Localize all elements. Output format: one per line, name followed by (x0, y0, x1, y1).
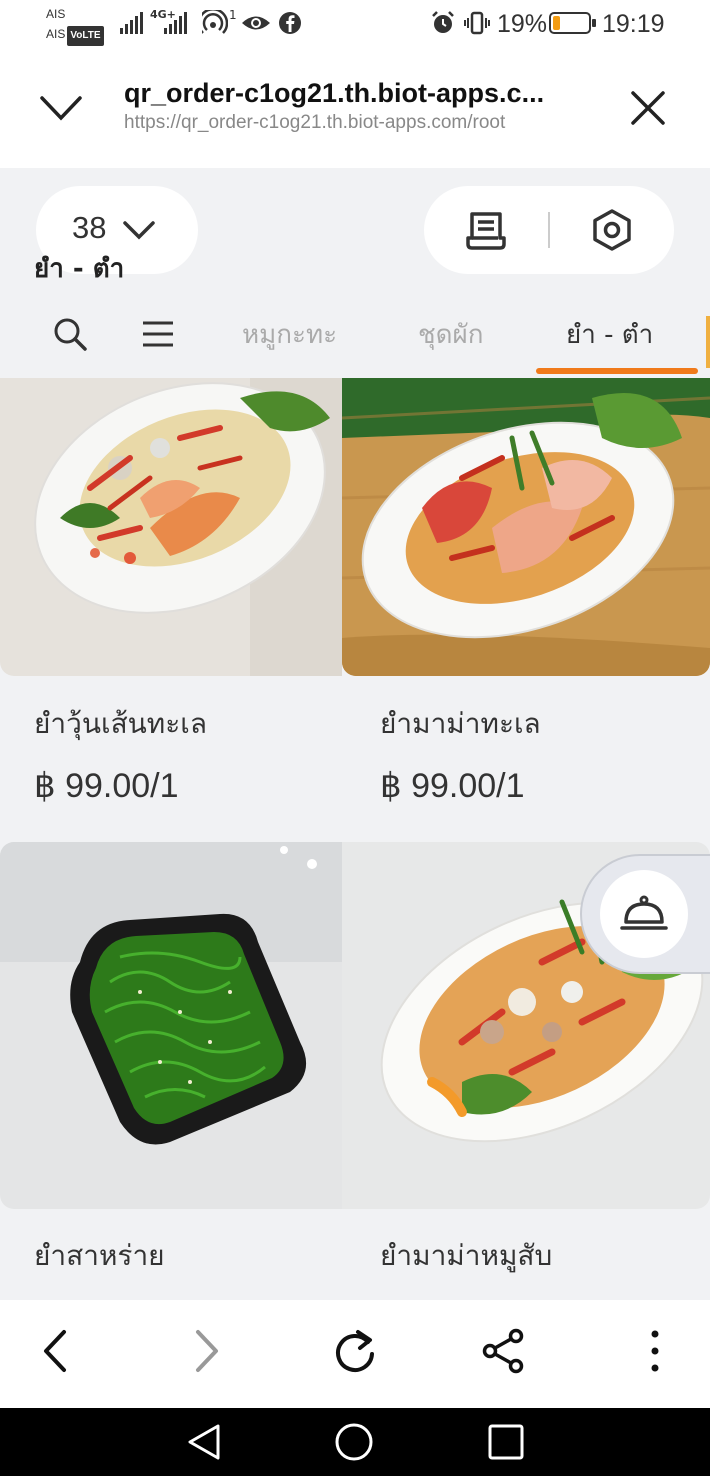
battery-icon (549, 12, 596, 34)
product-name-seaweed-salad[interactable]: ยำสาหร่าย (34, 1234, 165, 1278)
more-icon[interactable] (632, 1328, 678, 1374)
table-number: 38 (72, 210, 107, 245)
status-bar: AIS AIS VoLTE 4G+ 1 19% 19:19 (0, 0, 710, 50)
tab-yum-tum[interactable]: ยำ - ตำ (566, 314, 653, 355)
forward-icon[interactable] (182, 1328, 228, 1374)
vibrate-icon (464, 11, 490, 35)
browser-url-bar (0, 50, 710, 168)
battery-percent: 19% (497, 10, 548, 38)
nav-home-icon[interactable] (334, 1422, 374, 1462)
call-waiter-bell-icon (620, 895, 668, 930)
tab-moo-kata[interactable]: หมูกะทะ (242, 314, 337, 355)
volte-badge: VoLTE (67, 26, 104, 46)
product-name-mama-seafood-salad[interactable]: ยำมาม่าทะเล (380, 702, 541, 746)
share-icon[interactable] (480, 1328, 526, 1374)
close-icon[interactable] (628, 88, 668, 128)
hotspot-count: 1 (229, 8, 237, 22)
divider (548, 212, 550, 248)
alarm-icon (432, 11, 454, 33)
call-waiter-button[interactable] (600, 870, 688, 958)
facebook-icon (279, 12, 301, 34)
carrier-2: AIS (46, 27, 66, 41)
network-signal-icon: 4G+ (150, 8, 187, 34)
call-waiter-panel (580, 854, 710, 974)
page-url[interactable]: https://qr_order-c1og21.th.biot-apps.com… (124, 112, 505, 134)
product-price-mama-seafood-salad: ฿ 99.00/1 (380, 767, 525, 805)
current-section-title: ยำ - ตำ (34, 254, 125, 284)
tab-vegetable-set[interactable]: ชุดผัก (418, 314, 484, 355)
product-image-glass-noodle-salad[interactable] (0, 378, 342, 676)
category-tabs: หมูกะทะ ชุดผัก ยำ - ตำ (0, 296, 710, 378)
menu-icon[interactable] (140, 316, 176, 352)
chevron-down-icon (123, 221, 155, 240)
browser-toolbar (0, 1300, 710, 1408)
network-type: 4G+ (150, 8, 176, 21)
settings-icon[interactable] (590, 208, 634, 252)
active-tab-indicator (536, 368, 698, 374)
product-image-seaweed-salad[interactable] (0, 842, 342, 1209)
product-name-mama-minced-pork-salad[interactable]: ยำมาม่าหมูสับ (380, 1234, 552, 1278)
back-icon[interactable] (34, 1328, 80, 1374)
battery-level (553, 16, 561, 30)
search-icon[interactable] (52, 316, 88, 352)
receipt-icon[interactable] (464, 208, 508, 252)
product-image-mama-seafood-salad[interactable] (342, 378, 710, 676)
nav-back-icon[interactable] (184, 1422, 224, 1462)
app-content: 38 ยำ - ตำ หมูกะทะ ชุดผัก ยำ - ตำ ยำวุ้น… (0, 168, 710, 1300)
nav-recents-icon[interactable] (486, 1422, 526, 1462)
chevron-down-icon[interactable] (38, 88, 84, 128)
header-actions (424, 186, 674, 274)
product-name-glass-noodle-salad[interactable]: ยำวุ้นเส้นทะเล (34, 702, 207, 746)
tab-scroll-edge (706, 316, 710, 368)
carrier-info: AIS AIS VoLTE (46, 4, 104, 46)
hotspot-icon (202, 10, 228, 34)
reload-icon[interactable] (332, 1328, 378, 1374)
product-price-glass-noodle-salad: ฿ 99.00/1 (34, 767, 179, 805)
system-nav-bar (0, 1408, 710, 1476)
page-title[interactable]: qr_order-c1og21.th.biot-apps.c... (124, 78, 584, 109)
carrier-1: AIS (46, 7, 66, 21)
eye-icon (242, 16, 270, 30)
clock: 19:19 (602, 10, 665, 38)
signal-icon (120, 12, 143, 34)
